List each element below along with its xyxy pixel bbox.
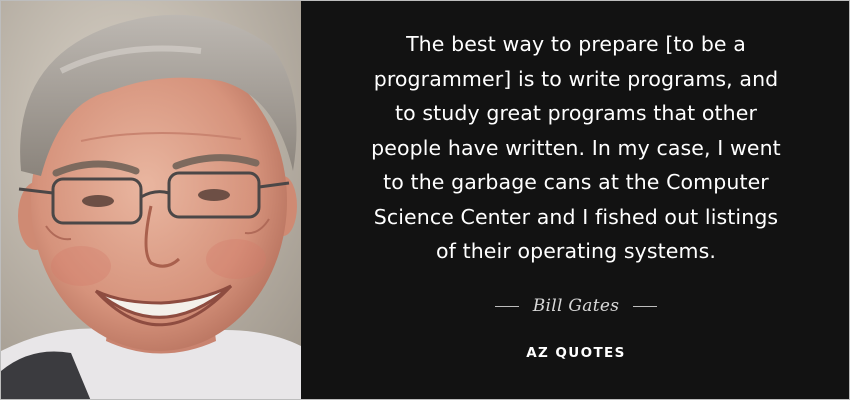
author-name: Bill Gates [532, 296, 620, 316]
quote-line: Science Center and I fished out listings [373, 204, 779, 229]
quote-line: of their operating systems. [436, 239, 716, 263]
right-dash-divider [633, 305, 658, 307]
quote-line: people have written. In my case, I went [371, 135, 781, 160]
left-dash-divider [494, 305, 519, 307]
quote-line: The best way to prepare [to be a [406, 32, 746, 56]
quote-text: The best way to prepare [to be a program… [329, 27, 823, 269]
quote-line: programmer] is to write programs, and [373, 66, 779, 91]
brand-logo: AZ QUOTES [526, 345, 626, 361]
author-attribution: Bill Gates [301, 291, 849, 321]
author-portrait [1, 1, 301, 399]
quote-line: to the garbage cans at the Computer [383, 170, 769, 194]
quote-panel: The best way to prepare [to be a program… [301, 1, 849, 399]
quote-card: The best way to prepare [to be a program… [0, 0, 850, 400]
quote-line: to study great programs that other [394, 101, 758, 125]
